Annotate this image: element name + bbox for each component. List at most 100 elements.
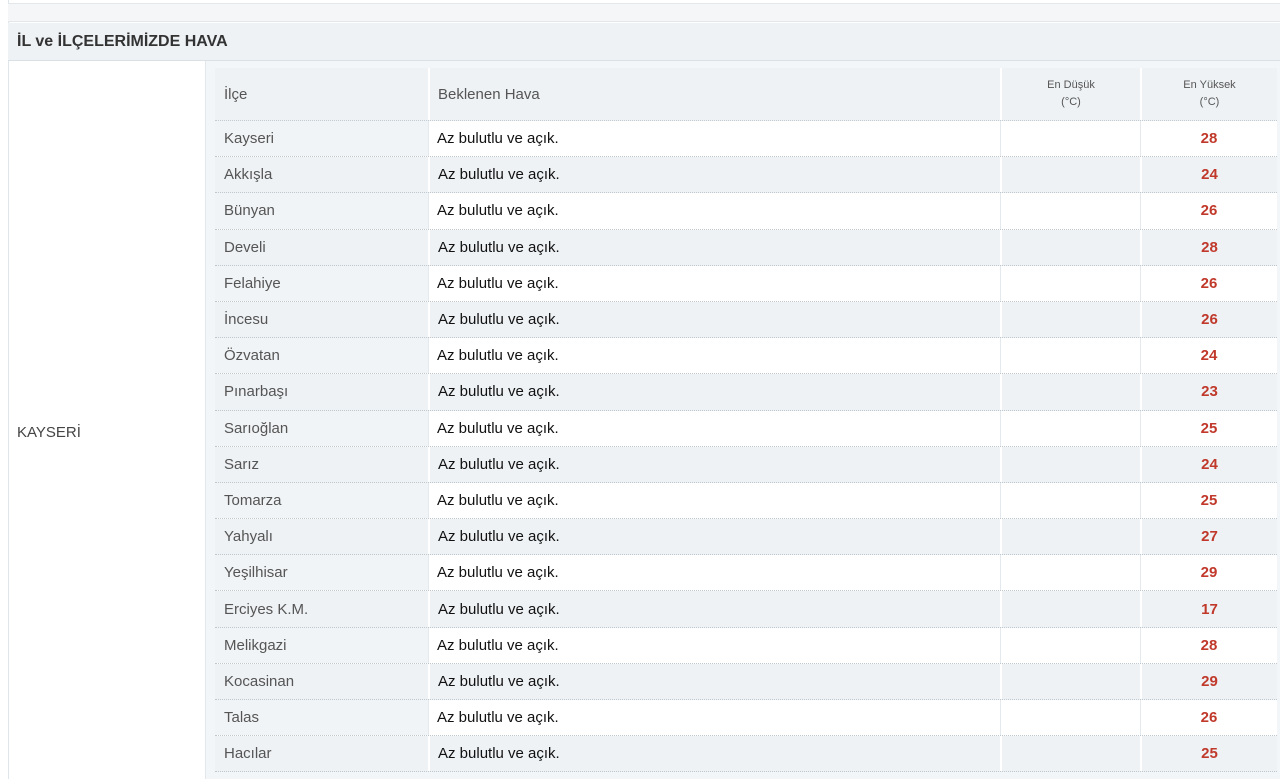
district-name: Tomarza [215,482,428,519]
district-name: Erciyes K.M. [215,591,428,627]
district-name: Kocasinan [215,663,428,699]
forecast-text: Az bulutlu ve açık. [428,627,1000,663]
forecast-text: Az bulutlu ve açık. [428,338,1000,374]
forecast-text: Az bulutlu ve açık. [428,591,1000,627]
min-temp-cell [1000,338,1140,374]
district-name: Bünyan [215,193,428,229]
table-row: Develi Az bulutlu ve açık. 28 [215,229,1277,266]
district-name: Hacılar [215,736,428,772]
min-temp-cell [1000,157,1140,193]
min-temp-cell [1000,193,1140,229]
max-temp: 26 [1140,265,1277,301]
max-temp: 28 [1140,121,1277,157]
max-temp: 25 [1140,736,1277,772]
table-row: Kayseri Az bulutlu ve açık. 28 [215,121,1277,158]
district-name: Kayseri [215,121,428,157]
table-row: İncesu Az bulutlu ve açık. 26 [215,301,1277,339]
min-temp-cell [1000,229,1140,265]
column-header-min-unit: (°C) [1061,96,1081,108]
forecast-text: Az bulutlu ve açık. [428,301,1000,338]
district-weather-table: İlçe Beklenen Hava En Düşük (°C) En Yüks… [215,68,1277,773]
table-row: Akkışla Az bulutlu ve açık. 24 [215,157,1277,194]
forecast-text: Az bulutlu ve açık. [428,265,1000,301]
forecast-text: Az bulutlu ve açık. [428,555,1000,591]
forecast-text: Az bulutlu ve açık. [428,229,1000,265]
min-temp-cell [1000,410,1140,446]
min-temp-cell [1000,301,1140,338]
max-temp: 27 [1140,519,1277,555]
max-temp: 25 [1140,410,1277,446]
forecast-text: Az bulutlu ve açık. [428,446,1000,482]
district-name: Pınarbaşı [215,374,428,410]
district-name: Yahyalı [215,519,428,555]
district-name: Melikgazi [215,627,428,663]
column-header-max-unit: (°C) [1199,96,1220,108]
table-header: İlçe Beklenen Hava En Düşük (°C) En Yüks… [215,68,1277,121]
max-temp: 24 [1140,338,1277,374]
table-row: Tomarza Az bulutlu ve açık. 25 [215,482,1277,520]
max-temp: 25 [1140,482,1277,519]
column-header-forecast: Beklenen Hava [428,68,1000,120]
forecast-text: Az bulutlu ve açık. [428,157,1000,193]
min-temp-cell [1000,663,1140,699]
min-temp-cell [1000,555,1140,591]
top-strip [8,3,1280,22]
max-temp: 17 [1140,591,1277,627]
column-header-min-label: En Düşük [1047,79,1095,91]
table-row: Özvatan Az bulutlu ve açık. 24 [215,338,1277,375]
table-row: Sarıoğlan Az bulutlu ve açık. 25 [215,410,1277,447]
min-temp-cell [1000,446,1140,482]
min-temp-cell [1000,519,1140,555]
forecast-text: Az bulutlu ve açık. [428,410,1000,446]
min-temp-cell [1000,736,1140,772]
forecast-text: Az bulutlu ve açık. [428,700,1000,736]
max-temp: 24 [1140,446,1277,482]
district-name: Sarız [215,446,428,482]
forecast-text: Az bulutlu ve açık. [428,482,1000,519]
table-row: Hacılar Az bulutlu ve açık. 25 [215,736,1277,773]
min-temp-cell [1000,265,1140,301]
column-header-district: İlçe [215,68,428,120]
district-name: Talas [215,700,428,736]
table-row: Sarız Az bulutlu ve açık. 24 [215,446,1277,483]
forecast-text: Az bulutlu ve açık. [428,736,1000,772]
district-name: Özvatan [215,338,428,374]
forecast-text: Az bulutlu ve açık. [428,374,1000,410]
max-temp: 26 [1140,193,1277,229]
forecast-text: Az bulutlu ve açık. [428,519,1000,555]
section-title: İL ve İLÇELERİMİZDE HAVA [8,23,1280,61]
max-temp: 28 [1140,229,1277,265]
district-name: Yeşilhisar [215,555,428,591]
max-temp: 28 [1140,627,1277,663]
max-temp: 26 [1140,301,1277,338]
column-header-min-temp: En Düşük (°C) [1000,68,1140,120]
table-row: Kocasinan Az bulutlu ve açık. 29 [215,663,1277,700]
forecast-text: Az bulutlu ve açık. [428,663,1000,699]
column-header-max-temp: En Yüksek (°C) [1140,68,1277,120]
table-row: Bünyan Az bulutlu ve açık. 26 [215,193,1277,230]
district-name: Felahiye [215,265,428,301]
max-temp: 23 [1140,374,1277,410]
table-row: Pınarbaşı Az bulutlu ve açık. 23 [215,374,1277,411]
district-name: İncesu [215,301,428,338]
province-cell: KAYSERİ [9,61,205,779]
min-temp-cell [1000,627,1140,663]
table-body: Kayseri Az bulutlu ve açık. 28 Akkışla Az bu… [215,121,1277,773]
table-row: Yahyalı Az bulutlu ve açık. 27 [215,519,1277,556]
min-temp-cell [1000,121,1140,157]
max-temp: 29 [1140,663,1277,699]
forecast-text: Az bulutlu ve açık. [428,121,1000,157]
table-row: Yeşilhisar Az bulutlu ve açık. 29 [215,555,1277,592]
min-temp-cell [1000,700,1140,736]
column-header-max-label: En Yüksek [1183,79,1236,91]
district-name: Sarıoğlan [215,410,428,446]
max-temp: 29 [1140,555,1277,591]
min-temp-cell [1000,374,1140,410]
district-name: Akkışla [215,157,428,193]
province-name: KAYSERİ [17,424,81,441]
max-temp: 26 [1140,700,1277,736]
forecast-text: Az bulutlu ve açık. [428,193,1000,229]
table-row: Talas Az bulutlu ve açık. 26 [215,700,1277,737]
min-temp-cell [1000,591,1140,627]
table-row: Erciyes K.M. Az bulutlu ve açık. 17 [215,591,1277,628]
